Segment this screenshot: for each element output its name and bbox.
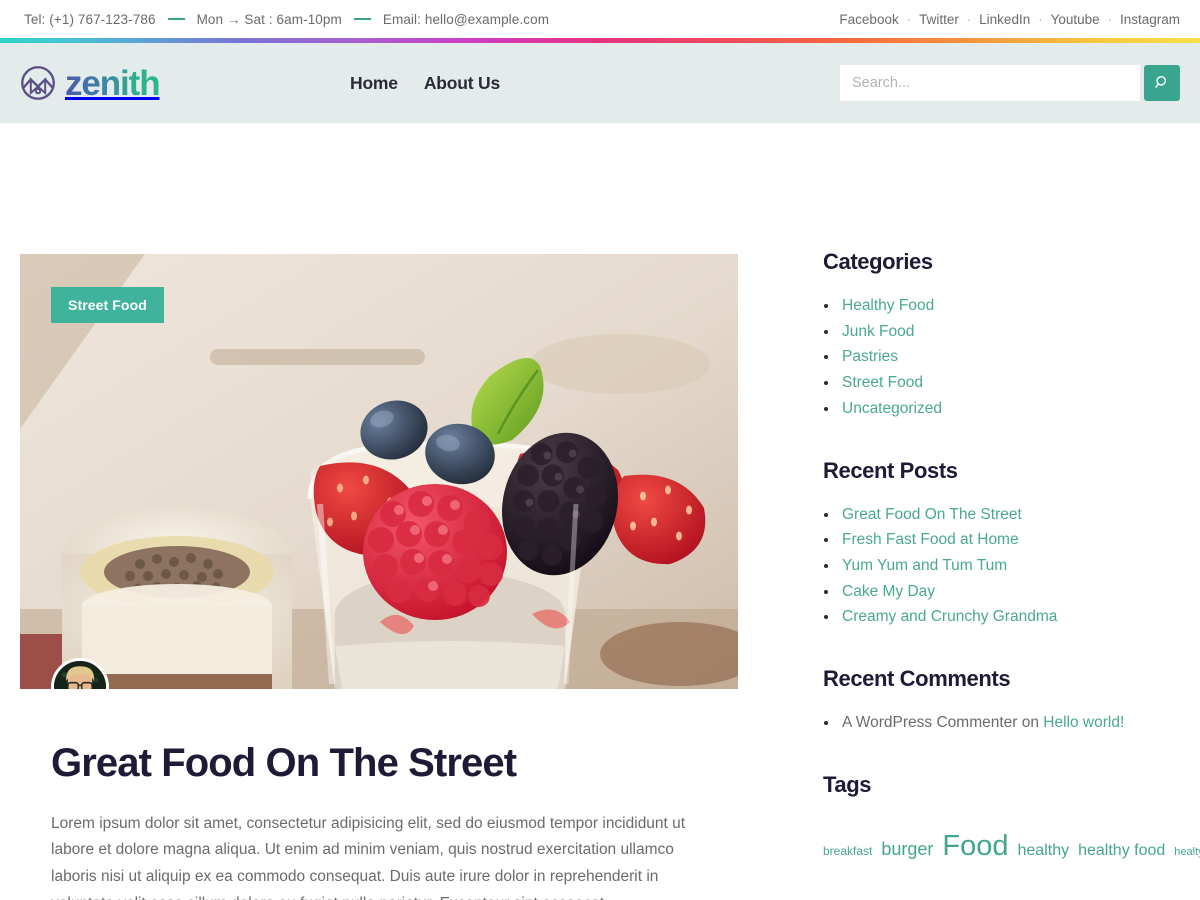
main-navigation: Home About Us <box>350 73 500 94</box>
list-item: Fresh Fast Food at Home <box>823 527 1160 553</box>
nav-item-home[interactable]: Home <box>350 73 398 94</box>
social-link-linkedin[interactable]: LinkedIn <box>979 12 1030 27</box>
categories-title: Categories <box>823 249 933 274</box>
recent-post-link-2[interactable]: Fresh Fast Food at Home <box>842 531 1019 548</box>
divider-dash-icon <box>353 18 371 20</box>
main-content-column: Street Food Great Food On The Street Lor… <box>20 123 738 900</box>
widget-tags: Tags breakfast burger Food healthy healthy f… <box>823 771 1200 874</box>
comment-author: A WordPress Commenter <box>842 714 1018 732</box>
list-item: A WordPress Commenter on Hello world! <box>823 710 1160 736</box>
nav-item-about-us[interactable]: About Us <box>424 73 500 94</box>
list-item: Junk Food <box>823 319 1160 345</box>
tag-link-healty-food[interactable]: healty food <box>1174 846 1200 858</box>
logo-wordmark: zenith <box>65 63 161 103</box>
sidebar: Categories Healthy Food Junk Food Pastri… <box>738 123 1200 900</box>
recent-posts-list: Great Food On The Street Fresh Fast Food… <box>823 502 1160 631</box>
mountain-circle-icon <box>20 65 56 101</box>
list-item: Creamy and Crunchy Grandma <box>823 604 1160 630</box>
tag-link-burger[interactable]: burger <box>881 839 933 859</box>
category-badge[interactable]: Street Food <box>51 287 164 323</box>
list-item: Yum Yum and Tum Tum <box>823 553 1160 579</box>
social-link-twitter[interactable]: Twitter <box>919 12 959 27</box>
tag-link-food[interactable]: Food <box>942 830 1008 862</box>
category-link-street-food[interactable]: Street Food <box>842 374 923 391</box>
categories-list: Healthy Food Junk Food Pastries Street F… <box>823 293 1160 422</box>
tags-title: Tags <box>823 771 872 797</box>
recent-post-link-5[interactable]: Creamy and Crunchy Grandma <box>842 608 1057 625</box>
list-item: Street Food <box>823 370 1160 396</box>
social-links: Facebook · Twitter · LinkedIn · Youtube … <box>839 12 1180 27</box>
site-logo[interactable]: zenith <box>20 65 350 101</box>
tag-link-healthy[interactable]: healthy <box>1018 842 1070 859</box>
social-separator: · <box>906 11 912 27</box>
recent-post-link-4[interactable]: Cake My Day <box>842 583 935 600</box>
widget-recent-comments: Recent Comments A WordPress Commenter on… <box>823 666 1160 736</box>
list-item: Great Food On The Street <box>823 502 1160 528</box>
list-item: Cake My Day <box>823 579 1160 605</box>
category-link-healthy-food[interactable]: Healthy Food <box>842 297 934 314</box>
article-title: Great Food On The Street <box>51 741 517 785</box>
widget-categories: Categories Healthy Food Junk Food Pastri… <box>823 249 1160 422</box>
email-text: Email: hello@example.com <box>382 11 550 27</box>
social-separator: · <box>966 11 972 27</box>
search-button[interactable] <box>1144 65 1180 101</box>
comment-post-link[interactable]: Hello world! <box>1043 714 1124 731</box>
category-link-pastries[interactable]: Pastries <box>842 348 898 365</box>
list-item: Uncategorized <box>823 396 1160 422</box>
comment-on-text: on <box>1017 714 1044 732</box>
tag-cloud: breakfast burger Food healthy healthy food he… <box>823 820 1200 874</box>
social-separator: · <box>1038 11 1043 27</box>
search-bar <box>840 65 1180 101</box>
site-header: zenith Home About Us <box>0 43 1200 123</box>
recent-comments-title: Recent Comments <box>823 666 1011 692</box>
social-link-youtube[interactable]: Youtube <box>1051 12 1100 27</box>
social-link-facebook[interactable]: Facebook <box>839 12 898 27</box>
hours-text: Mon → Sat : 6am-10pm <box>196 11 342 27</box>
category-link-junk-food[interactable]: Junk Food <box>842 323 914 340</box>
page-content: Street Food Great Food On The Street Lor… <box>0 123 1200 900</box>
tag-link-breakfast[interactable]: breakfast <box>823 844 872 858</box>
tag-link-healthy-food[interactable]: healthy food <box>1078 842 1165 859</box>
list-item: Pastries <box>823 344 1160 370</box>
article-body: Great Food On The Street Lorem ipsum dol… <box>20 741 738 900</box>
article-excerpt: Lorem ipsum dolor sit amet, consectetur … <box>51 814 686 900</box>
social-link-instagram[interactable]: Instagram <box>1120 12 1180 27</box>
top-bar-contact-info: Tel: (+1) 767-123-786 Mon → Sat : 6am-10… <box>24 12 549 27</box>
category-link-uncategorized[interactable]: Uncategorized <box>842 400 942 417</box>
search-icon <box>1154 74 1170 93</box>
article-card: Street Food Great Food On The Street Lor… <box>20 254 738 900</box>
article-featured-image: Street Food <box>20 254 738 689</box>
social-separator: · <box>1107 11 1112 27</box>
recent-comments-list: A WordPress Commenter on Hello world! <box>823 710 1160 736</box>
list-item: Healthy Food <box>823 293 1160 319</box>
phone-text: Tel: (+1) 767-123-786 <box>24 11 156 27</box>
widget-recent-posts: Recent Posts Great Food On The Street Fr… <box>823 458 1160 631</box>
recent-post-link-3[interactable]: Yum Yum and Tum Tum <box>842 557 1007 574</box>
search-input[interactable] <box>840 65 1140 101</box>
recent-post-link-1[interactable]: Great Food On The Street <box>842 506 1022 523</box>
top-bar: Tel: (+1) 767-123-786 Mon → Sat : 6am-10… <box>0 0 1200 38</box>
recent-posts-title: Recent Posts <box>823 457 958 483</box>
divider-dash-icon <box>167 18 185 20</box>
